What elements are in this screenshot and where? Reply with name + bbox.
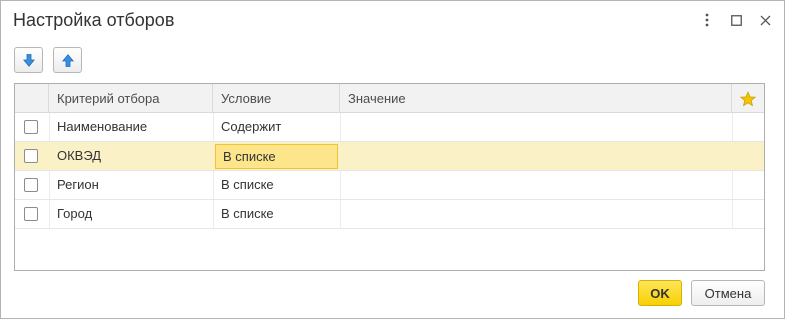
criterion-cell: Наименование <box>57 119 148 134</box>
condition-cell[interactable]: Содержит <box>213 113 340 141</box>
dialog-title: Настройка отборов <box>13 10 175 30</box>
criterion-cell: Регион <box>57 177 99 192</box>
cancel-button[interactable]: Отмена <box>691 280 765 306</box>
table-row[interactable]: Наименование Содержит <box>15 113 764 142</box>
row-checkbox[interactable] <box>24 149 38 163</box>
row-checkbox[interactable] <box>24 207 38 221</box>
move-down-button[interactable] <box>14 47 43 73</box>
header-checkbox-column <box>15 84 49 113</box>
condition-cell[interactable]: В списке <box>213 171 340 199</box>
row-checkbox[interactable] <box>24 178 38 192</box>
close-icon[interactable] <box>756 11 774 29</box>
ok-button[interactable]: OK <box>638 280 682 306</box>
criterion-cell: ОКВЭД <box>57 148 102 163</box>
column-header-condition[interactable]: Условие <box>213 84 340 113</box>
table-row[interactable]: Город В списке <box>15 200 764 229</box>
arrow-down-icon <box>22 53 35 67</box>
table-header: Критерий отбора Условие Значение <box>15 84 764 113</box>
filter-settings-dialog: Настройка отборов Критерий отбора Услови… <box>0 0 785 319</box>
value-cell[interactable] <box>340 113 732 141</box>
condition-cell-active[interactable]: В списке <box>215 144 338 169</box>
column-header-criterion[interactable]: Критерий отбора <box>49 84 213 113</box>
more-options-icon[interactable] <box>698 11 716 29</box>
value-cell[interactable] <box>340 171 732 199</box>
row-checkbox[interactable] <box>24 120 38 134</box>
criterion-cell: Город <box>57 206 93 221</box>
value-cell[interactable] <box>340 200 732 228</box>
arrow-up-icon <box>61 53 74 67</box>
value-cell[interactable] <box>340 142 732 170</box>
maximize-icon[interactable] <box>727 11 745 29</box>
move-up-button[interactable] <box>53 47 82 73</box>
star-icon <box>740 90 756 106</box>
table-row[interactable]: Регион В списке <box>15 171 764 200</box>
condition-cell[interactable]: В списке <box>213 200 340 228</box>
column-header-value[interactable]: Значение <box>340 84 732 113</box>
filter-table: Критерий отбора Условие Значение Наимено… <box>14 83 765 271</box>
favorite-column-header[interactable] <box>732 84 764 113</box>
table-row-selected[interactable]: ОКВЭД В списке <box>15 142 764 171</box>
